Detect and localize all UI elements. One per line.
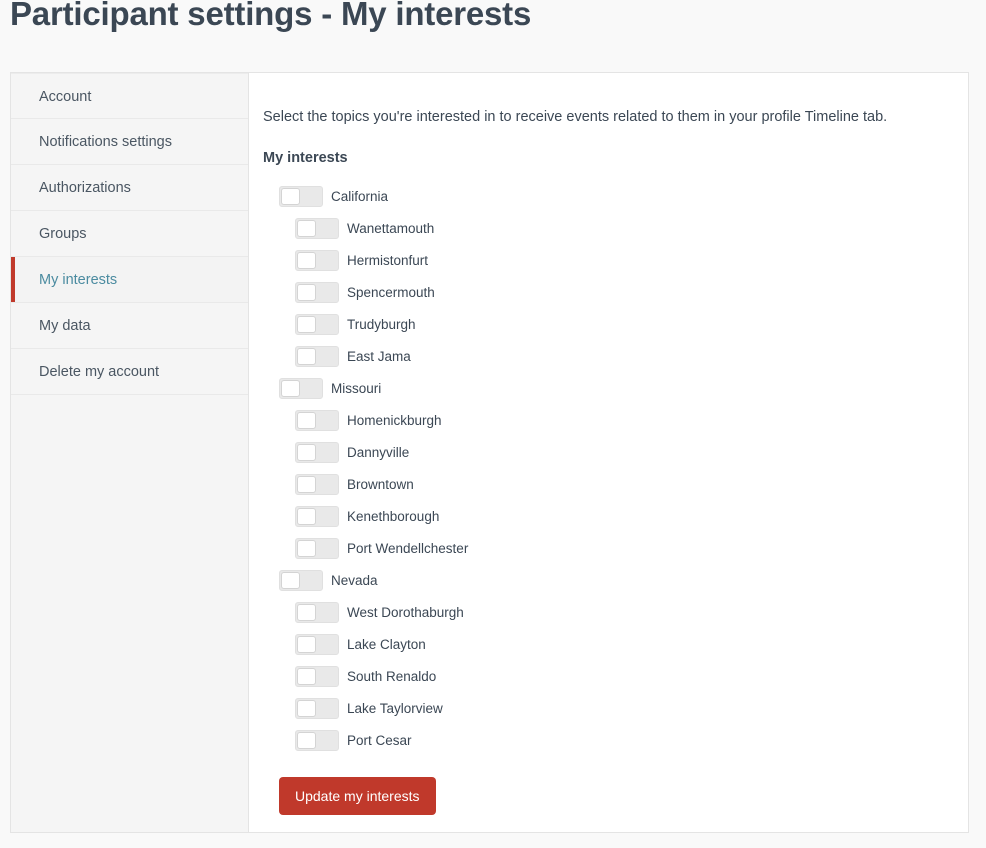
toggle-knob	[297, 411, 316, 429]
toggle-knob	[297, 539, 316, 557]
interest-label: Lake Clayton	[347, 636, 426, 652]
sidebar-item-label: Authorizations	[39, 180, 131, 196]
interest-row: Wanettamouth	[263, 212, 944, 244]
toggle-knob	[281, 571, 300, 589]
sidebar-item-notifications-settings[interactable]: Notifications settings	[11, 119, 248, 165]
settings-content: Select the topics you're interested in t…	[249, 73, 968, 832]
interest-label: Nevada	[331, 572, 378, 588]
toggle-knob	[297, 347, 316, 365]
interest-toggle-california[interactable]	[279, 185, 323, 207]
settings-sidebar: Account Notifications settings Authorizati…	[11, 73, 249, 832]
toggle-knob	[297, 443, 316, 461]
interest-label: Hermistonfurt	[347, 252, 429, 268]
interest-toggle-kenethborough[interactable]	[295, 505, 339, 527]
interest-row: South Renaldo	[263, 660, 944, 692]
interest-label: Missouri	[331, 380, 382, 396]
interest-label: West Dorothaburgh	[347, 604, 464, 620]
sidebar-item-my-interests[interactable]: My interests	[11, 257, 248, 303]
interest-row: Nevada	[263, 564, 944, 596]
interest-label: Spencermouth	[347, 284, 435, 300]
toggle-knob	[297, 219, 316, 237]
my-interests-heading: My interests	[263, 150, 348, 167]
sidebar-item-label: My data	[39, 318, 91, 334]
interest-label: Kenethborough	[347, 508, 440, 524]
interest-row: California	[263, 180, 944, 212]
interest-row: Lake Clayton	[263, 628, 944, 660]
sidebar-item-label: Notifications settings	[39, 134, 172, 150]
sidebar-item-authorizations[interactable]: Authorizations	[11, 165, 248, 211]
interest-row: Port Wendellchester	[263, 532, 944, 564]
toggle-knob	[297, 603, 316, 621]
interest-toggle-lake-clayton[interactable]	[295, 633, 339, 655]
toggle-knob	[297, 475, 316, 493]
interest-label: Port Cesar	[347, 732, 412, 748]
interest-row: Dannyville	[263, 436, 944, 468]
sidebar-item-label: My interests	[39, 272, 118, 288]
interest-label: South Renaldo	[347, 668, 437, 684]
interest-label: Dannyville	[347, 444, 410, 460]
sidebar-item-account[interactable]: Account	[11, 73, 248, 119]
interest-toggle-east-jama[interactable]	[295, 345, 339, 367]
interest-label: Trudyburgh	[347, 316, 416, 332]
interest-toggle-nevada[interactable]	[279, 569, 323, 591]
toggle-knob	[297, 731, 316, 749]
interest-toggle-wanettamouth[interactable]	[295, 217, 339, 239]
interest-row: Browntown	[263, 468, 944, 500]
interest-row: Missouri	[263, 372, 944, 404]
interest-toggle-south-renaldo[interactable]	[295, 665, 339, 687]
sidebar-item-delete-my-account[interactable]: Delete my account	[11, 349, 248, 395]
toggle-knob	[297, 699, 316, 717]
interest-toggle-port-wendellchester[interactable]	[295, 537, 339, 559]
interest-label: Port Wendellchester	[347, 540, 469, 556]
interest-row: Homenickburgh	[263, 404, 944, 436]
sidebar-item-label: Groups	[39, 226, 87, 242]
interest-label: Homenickburgh	[347, 412, 442, 428]
interest-row: Hermistonfurt	[263, 244, 944, 276]
interest-row: East Jama	[263, 340, 944, 372]
sidebar-item-label: Delete my account	[39, 364, 160, 380]
interest-toggle-port-cesar[interactable]	[295, 729, 339, 751]
interest-row: Kenethborough	[263, 500, 944, 532]
toggle-knob	[297, 251, 316, 269]
interest-row: Lake Taylorview	[263, 692, 944, 724]
settings-panel: Account Notifications settings Authorizati…	[10, 72, 969, 833]
update-my-interests-button[interactable]: Update my interests	[279, 777, 436, 816]
interest-row: West Dorothaburgh	[263, 596, 944, 628]
interest-toggle-homenickburgh[interactable]	[295, 409, 339, 431]
interest-row: Spencermouth	[263, 276, 944, 308]
interest-toggle-hermistonfurt[interactable]	[295, 249, 339, 271]
sidebar-item-groups[interactable]: Groups	[11, 211, 248, 257]
interest-row: Trudyburgh	[263, 308, 944, 340]
interest-toggle-lake-taylorview[interactable]	[295, 697, 339, 719]
toggle-knob	[297, 507, 316, 525]
interest-list: California Wanettamouth Hermistonfurt Spenc…	[263, 180, 944, 756]
interest-toggle-spencermouth[interactable]	[295, 281, 339, 303]
page-title: Participant settings - My interests	[10, 0, 532, 32]
interest-toggle-west-dorothaburgh[interactable]	[295, 601, 339, 623]
toggle-knob	[297, 315, 316, 333]
submit-area: Update my interests	[263, 777, 944, 816]
interest-toggle-browntown[interactable]	[295, 473, 339, 495]
sidebar-item-my-data[interactable]: My data	[11, 303, 248, 349]
toggle-knob	[297, 667, 316, 685]
toggle-knob	[297, 283, 316, 301]
intro-description: Select the topics you're interested in t…	[263, 109, 888, 125]
interest-toggle-trudyburgh[interactable]	[295, 313, 339, 335]
interest-label: Wanettamouth	[347, 220, 435, 236]
toggle-knob	[281, 187, 300, 205]
interest-label: Lake Taylorview	[347, 700, 443, 716]
interest-label: East Jama	[347, 348, 411, 364]
toggle-knob	[281, 379, 300, 397]
interest-label: Browntown	[347, 476, 414, 492]
interest-row: Port Cesar	[263, 724, 944, 756]
interest-label: California	[331, 188, 389, 204]
toggle-knob	[297, 635, 316, 653]
sidebar-item-label: Account	[39, 89, 92, 105]
interest-toggle-missouri[interactable]	[279, 377, 323, 399]
interest-toggle-dannyville[interactable]	[295, 441, 339, 463]
